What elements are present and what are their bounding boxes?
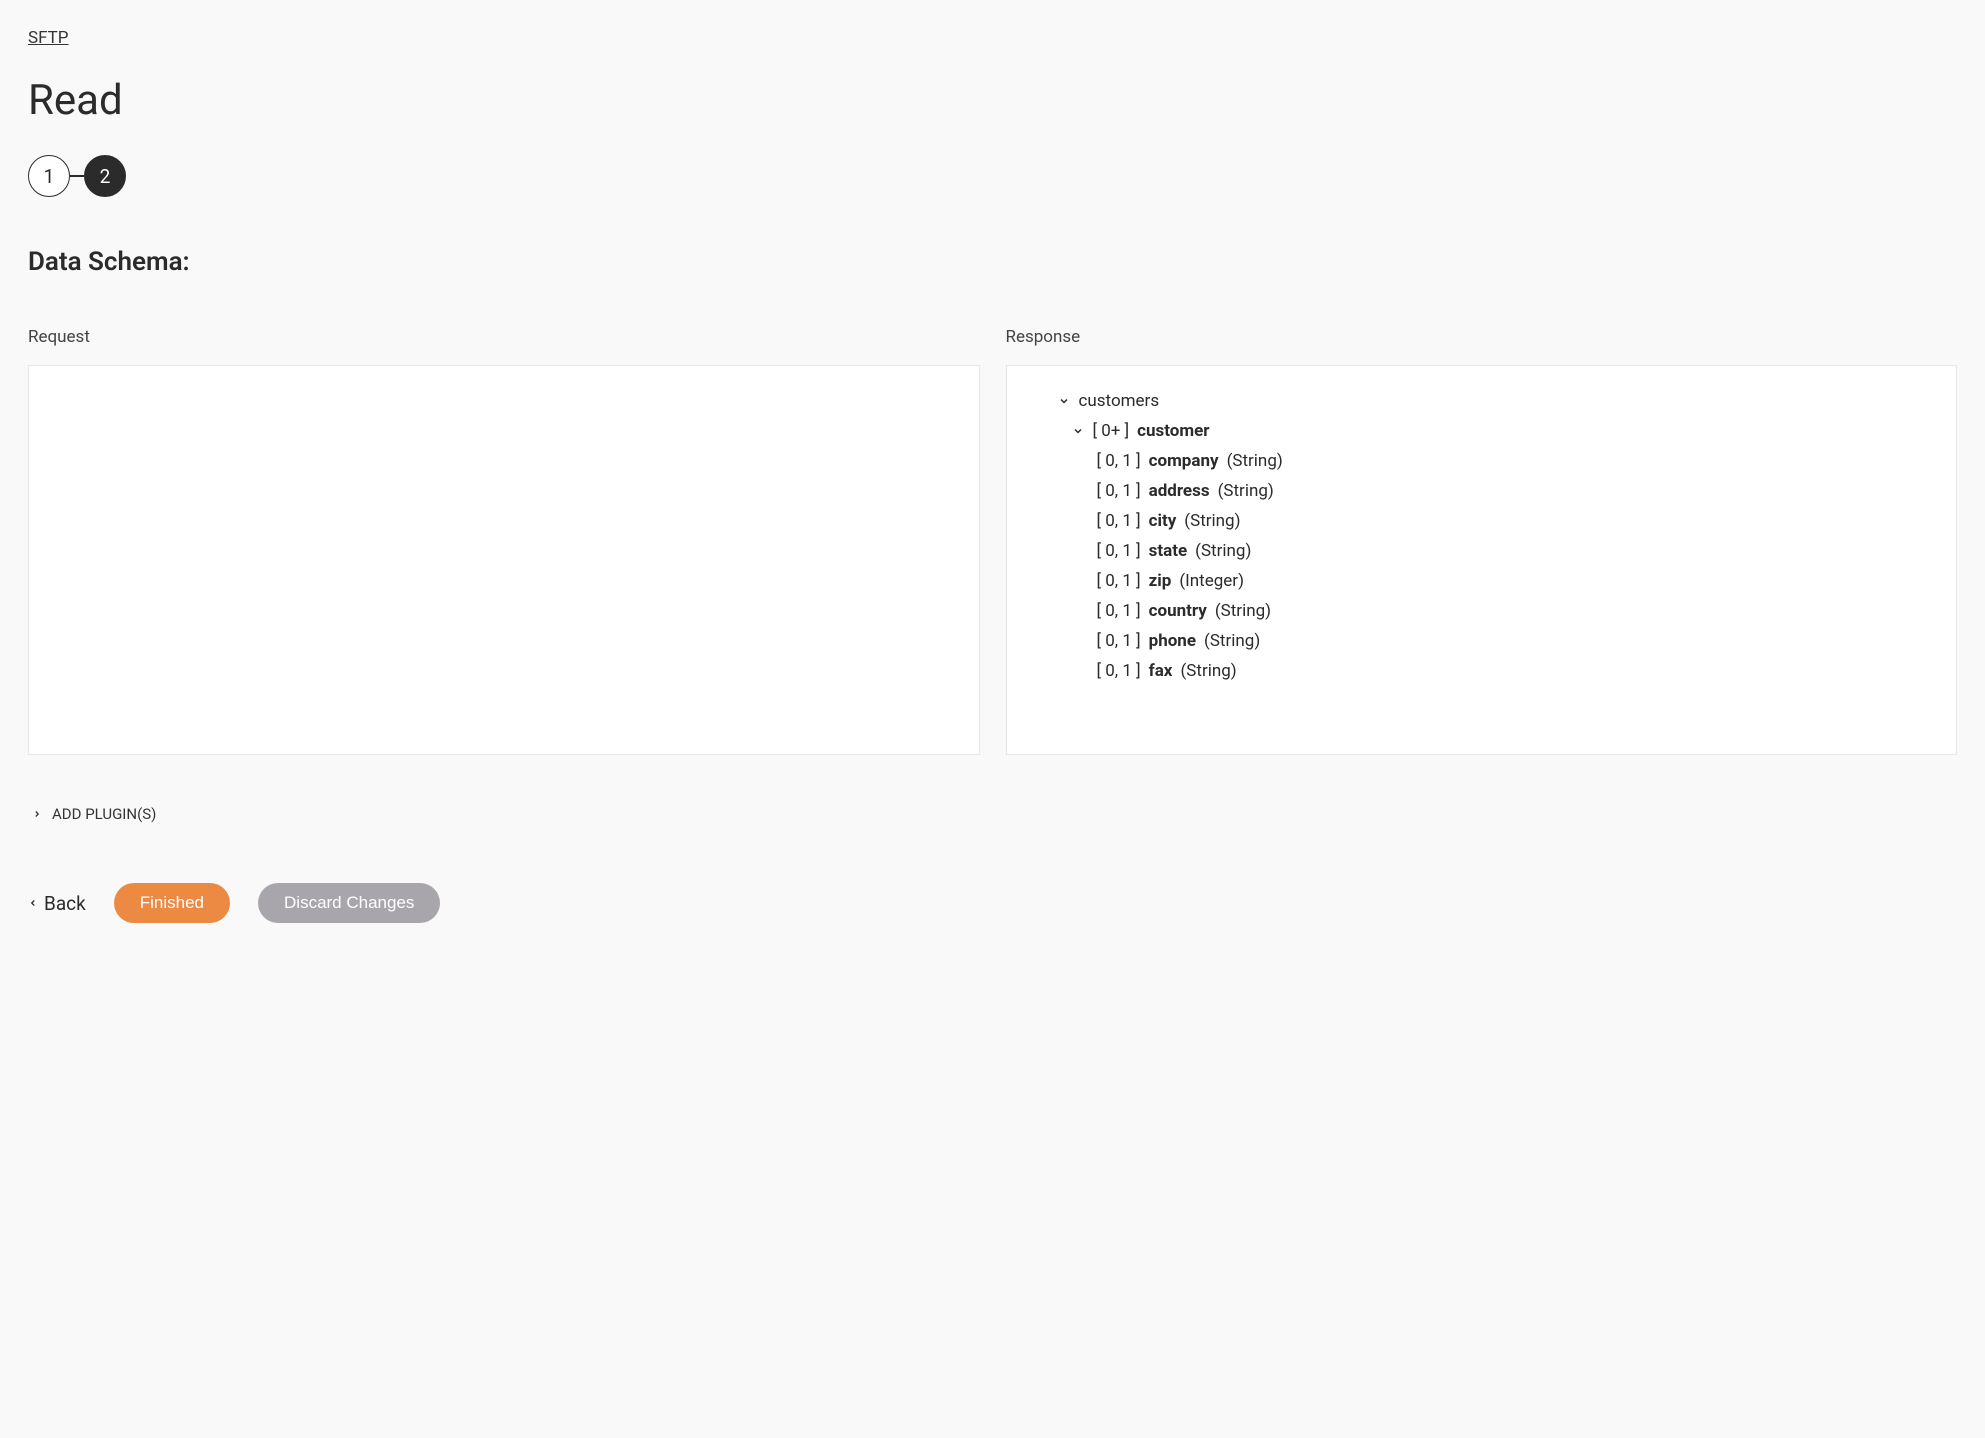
response-column: Response customers [ 0+ ] customer [ 0, … xyxy=(1006,327,1958,755)
tree-node-customer[interactable]: [ 0+ ] customer xyxy=(1031,416,1933,446)
schema-panels: Request Response customers [ 0+ ] custom… xyxy=(28,327,1957,755)
tree-node-label: customers xyxy=(1079,391,1160,411)
tree-node-type: (Integer) xyxy=(1179,571,1244,591)
step-1[interactable]: 1 xyxy=(28,155,70,197)
tree-node-type: (String) xyxy=(1218,481,1274,501)
tree-node-label: customer xyxy=(1137,421,1209,441)
breadcrumb-sftp[interactable]: SFTP xyxy=(28,28,69,48)
tree-node-type: (String) xyxy=(1195,541,1251,561)
step-2[interactable]: 2 xyxy=(84,155,126,197)
chevron-right-icon xyxy=(32,809,42,819)
tree-node-field[interactable]: [ 0, 1 ] country (String) xyxy=(1031,596,1933,626)
step-connector xyxy=(70,175,84,177)
tree-node-label: phone xyxy=(1149,631,1196,651)
tree-node-cardinality: [ 0, 1 ] xyxy=(1097,631,1141,651)
chevron-down-icon[interactable] xyxy=(1071,424,1085,438)
data-schema-heading: Data Schema: xyxy=(28,247,1957,277)
footer-actions: Back Finished Discard Changes xyxy=(28,883,1957,923)
tree-node-field[interactable]: [ 0, 1 ] phone (String) xyxy=(1031,626,1933,656)
request-panel[interactable] xyxy=(28,365,980,755)
tree-node-label: state xyxy=(1149,541,1188,561)
tree-node-label: company xyxy=(1149,451,1219,471)
page-title: Read xyxy=(28,76,1957,125)
tree-node-cardinality: [ 0+ ] xyxy=(1093,421,1130,441)
stepper: 1 2 xyxy=(28,155,1957,197)
tree-node-field[interactable]: [ 0, 1 ] company (String) xyxy=(1031,446,1933,476)
tree-node-label: zip xyxy=(1149,571,1172,591)
add-plugins-label: ADD PLUGIN(S) xyxy=(52,805,156,823)
tree-node-customers[interactable]: customers xyxy=(1031,386,1933,416)
response-label: Response xyxy=(1006,327,1958,347)
request-label: Request xyxy=(28,327,980,347)
tree-node-cardinality: [ 0, 1 ] xyxy=(1097,511,1141,531)
back-button[interactable]: Back xyxy=(28,892,86,915)
tree-node-type: (String) xyxy=(1215,601,1271,621)
tree-node-type: (String) xyxy=(1180,661,1236,681)
discard-changes-button[interactable]: Discard Changes xyxy=(258,883,440,923)
tree-node-cardinality: [ 0, 1 ] xyxy=(1097,541,1141,561)
tree-node-field[interactable]: [ 0, 1 ] city (String) xyxy=(1031,506,1933,536)
tree-node-cardinality: [ 0, 1 ] xyxy=(1097,451,1141,471)
tree-node-type: (String) xyxy=(1184,511,1240,531)
back-label: Back xyxy=(44,892,86,915)
tree-node-cardinality: [ 0, 1 ] xyxy=(1097,601,1141,621)
chevron-left-icon xyxy=(28,898,38,908)
chevron-down-icon[interactable] xyxy=(1057,394,1071,408)
tree-node-field[interactable]: [ 0, 1 ] fax (String) xyxy=(1031,656,1933,686)
tree-node-label: fax xyxy=(1149,661,1173,681)
tree-node-field[interactable]: [ 0, 1 ] address (String) xyxy=(1031,476,1933,506)
tree-node-field[interactable]: [ 0, 1 ] zip (Integer) xyxy=(1031,566,1933,596)
tree-node-field[interactable]: [ 0, 1 ] state (String) xyxy=(1031,536,1933,566)
tree-node-label: address xyxy=(1149,481,1210,501)
request-column: Request xyxy=(28,327,980,755)
finished-button[interactable]: Finished xyxy=(114,883,230,923)
tree-node-label: country xyxy=(1149,601,1207,621)
tree-node-type: (String) xyxy=(1227,451,1283,471)
response-panel[interactable]: customers [ 0+ ] customer [ 0, 1 ] compa… xyxy=(1006,365,1958,755)
tree-node-cardinality: [ 0, 1 ] xyxy=(1097,661,1141,681)
tree-node-label: city xyxy=(1149,511,1177,531)
tree-node-cardinality: [ 0, 1 ] xyxy=(1097,571,1141,591)
tree-node-cardinality: [ 0, 1 ] xyxy=(1097,481,1141,501)
add-plugins-toggle[interactable]: ADD PLUGIN(S) xyxy=(28,805,1957,823)
tree-node-type: (String) xyxy=(1204,631,1260,651)
